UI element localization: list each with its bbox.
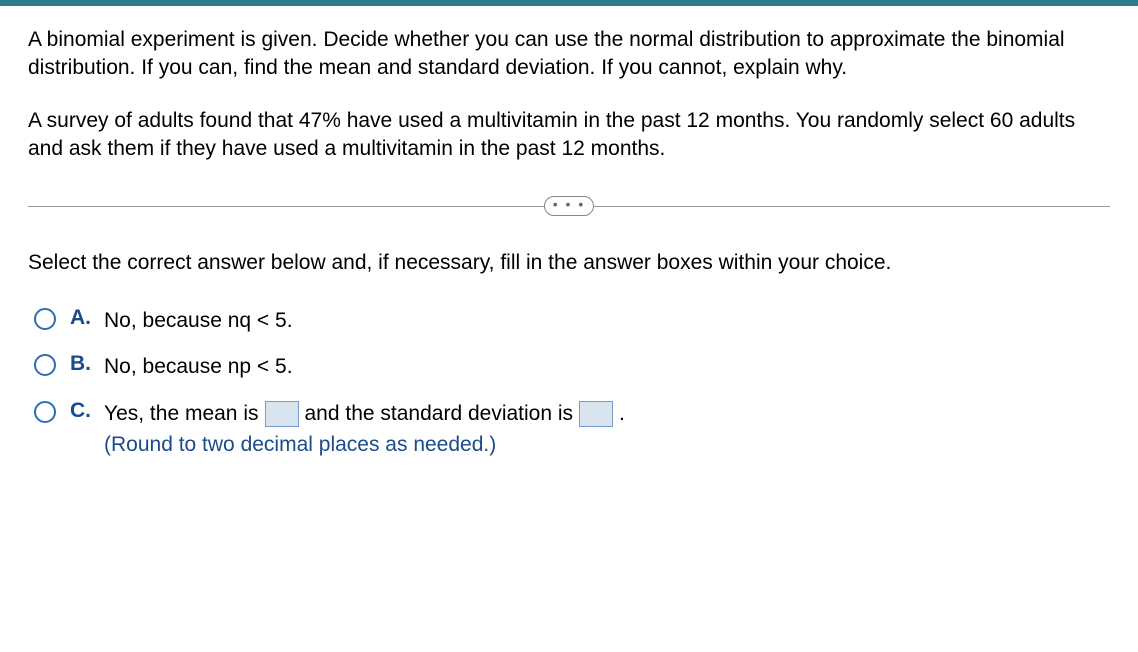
option-c-text-3: . [619,399,625,429]
stddev-input[interactable] [579,401,613,427]
option-b-text: No, because np < 5. [104,352,293,382]
option-c-hint: (Round to two decimal places as needed.) [104,433,625,457]
option-c-body: Yes, the mean is and the standard deviat… [104,399,625,457]
options-group: A. No, because nq < 5. B. No, because np… [28,306,1110,457]
option-a-label: A. [70,306,94,330]
expand-button[interactable]: • • • [544,196,594,216]
mean-input[interactable] [265,401,299,427]
section-divider: • • • [28,191,1110,221]
option-c-line: Yes, the mean is and the standard deviat… [104,399,625,429]
option-c-text-1: Yes, the mean is [104,399,259,429]
option-c-radio[interactable] [34,401,56,423]
option-b-label: B. [70,352,94,376]
question-prompt: A binomial experiment is given. Decide w… [28,26,1110,83]
question-scenario: A survey of adults found that 47% have u… [28,107,1110,164]
ellipsis-icon: • • • [553,196,585,212]
option-b-row: B. No, because np < 5. [34,352,1110,382]
option-a-text: No, because nq < 5. [104,306,293,336]
question-content: A binomial experiment is given. Decide w… [0,6,1138,457]
option-c-text-2: and the standard deviation is [305,399,574,429]
option-c-row: C. Yes, the mean is and the standard dev… [34,399,1110,457]
answer-instruction: Select the correct answer below and, if … [28,249,1110,277]
option-c-label: C. [70,399,94,423]
option-b-radio[interactable] [34,354,56,376]
option-a-radio[interactable] [34,308,56,330]
option-a-row: A. No, because nq < 5. [34,306,1110,336]
